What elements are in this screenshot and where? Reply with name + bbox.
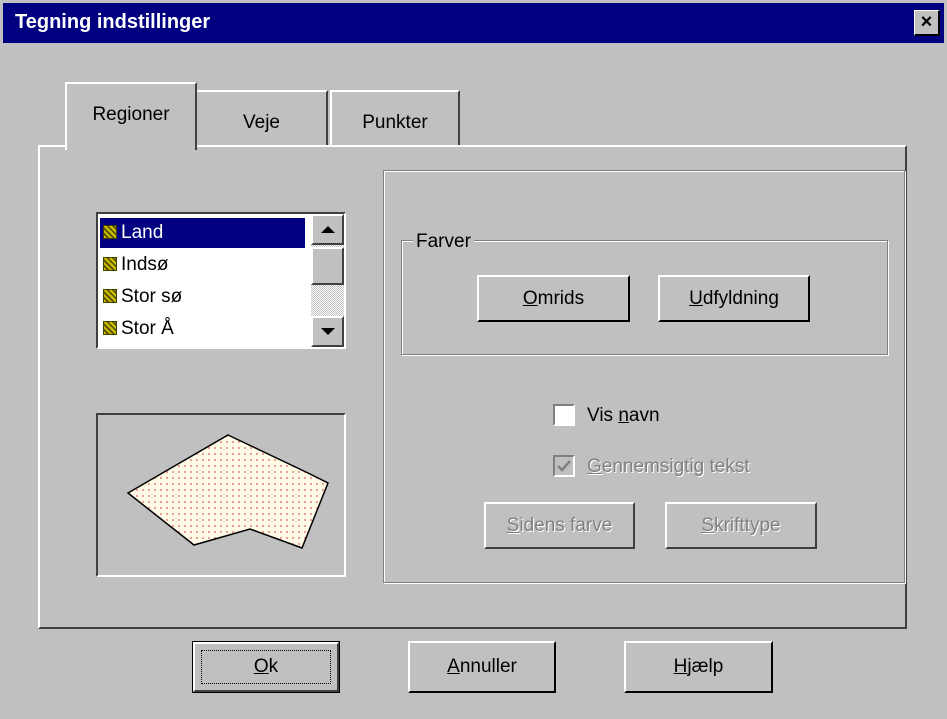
- title-bar: Tegning indstillinger ×: [3, 3, 944, 43]
- show-name-rest: avn: [628, 405, 660, 426]
- close-icon: ×: [920, 11, 933, 33]
- ok-button[interactable]: Ok: [192, 641, 340, 693]
- cancel-button[interactable]: Annuller: [408, 641, 556, 693]
- transparent-text-checkbox[interactable]: [553, 455, 575, 477]
- tab-punkter-label: Punkter: [362, 112, 428, 133]
- arrow-up-icon: [321, 226, 335, 233]
- ok-button-face: Ok: [193, 642, 339, 692]
- list-item-label: Indsø: [121, 254, 169, 275]
- outline-label: mrids: [537, 288, 585, 309]
- show-name-pre: Vis: [587, 405, 619, 426]
- tab-punkter[interactable]: Punkter: [330, 90, 460, 148]
- list-scrollbar[interactable]: [311, 214, 344, 347]
- fill-button[interactable]: Udfyldning: [658, 275, 810, 322]
- cancel-accel: A: [447, 656, 460, 677]
- outline-accel: O: [522, 288, 538, 309]
- colors-group-label: Farver: [413, 231, 474, 253]
- help-accel: H: [673, 656, 688, 677]
- show-name-label[interactable]: Vis navn: [587, 405, 660, 427]
- list-item[interactable]: Indsø: [100, 250, 305, 280]
- tab-veje[interactable]: Veje: [197, 90, 328, 148]
- page-color-label: idens farve: [519, 515, 613, 536]
- scroll-down-button[interactable]: [311, 316, 344, 347]
- region-icon: [103, 225, 117, 239]
- list-item-label: Stor sø: [121, 286, 183, 307]
- cancel-label: nnuller: [459, 656, 517, 677]
- check-icon: [557, 460, 571, 472]
- region-icon: [103, 257, 117, 271]
- region-preview-shape: [126, 434, 329, 549]
- show-name-accel: n: [618, 405, 629, 426]
- font-button[interactable]: Skrifttype: [665, 502, 817, 549]
- show-name-checkbox[interactable]: [553, 404, 575, 426]
- font-accel: S: [701, 515, 715, 536]
- tab-veje-label: Veje: [243, 112, 280, 133]
- colors-group: [401, 240, 888, 355]
- tab-regioner[interactable]: Regioner: [65, 82, 197, 150]
- region-icon: [103, 321, 117, 335]
- scroll-thumb[interactable]: [311, 247, 344, 285]
- region-preview: [96, 413, 346, 577]
- help-button[interactable]: Hjælp: [624, 641, 773, 693]
- list-item[interactable]: Land: [100, 218, 305, 248]
- tab-regioner-label: Regioner: [92, 104, 170, 125]
- list-item-label: Land: [121, 222, 164, 243]
- region-listbox[interactable]: Land Indsø Stor sø Stor Å: [96, 212, 346, 349]
- help-label: jælp: [687, 656, 724, 677]
- region-icon: [103, 289, 117, 303]
- transparent-rest: ennemsigtig tekst: [601, 456, 750, 477]
- focus-rect: [201, 650, 331, 684]
- drawing-settings-dialog: Tegning indstillinger × Regioner Veje Pu…: [0, 0, 947, 719]
- font-label: krifttype: [714, 515, 781, 536]
- transparent-accel: G: [587, 456, 602, 477]
- list-item-label: Stor Å: [121, 318, 174, 339]
- fill-label: dfyldning: [702, 288, 779, 309]
- list-item[interactable]: Stor Å: [100, 314, 305, 344]
- scroll-up-button[interactable]: [311, 214, 344, 245]
- close-button[interactable]: ×: [914, 10, 940, 36]
- outline-button[interactable]: Omrids: [477, 275, 630, 322]
- arrow-down-icon: [321, 328, 335, 335]
- fill-accel: U: [689, 288, 703, 309]
- list-item[interactable]: Stor sø: [100, 282, 305, 312]
- page-color-accel: S: [506, 515, 520, 536]
- window-title: Tegning indstillinger: [15, 11, 211, 33]
- transparent-text-label: Gennemsigtig tekst: [587, 456, 750, 478]
- page-color-button[interactable]: Sidens farve: [484, 502, 635, 549]
